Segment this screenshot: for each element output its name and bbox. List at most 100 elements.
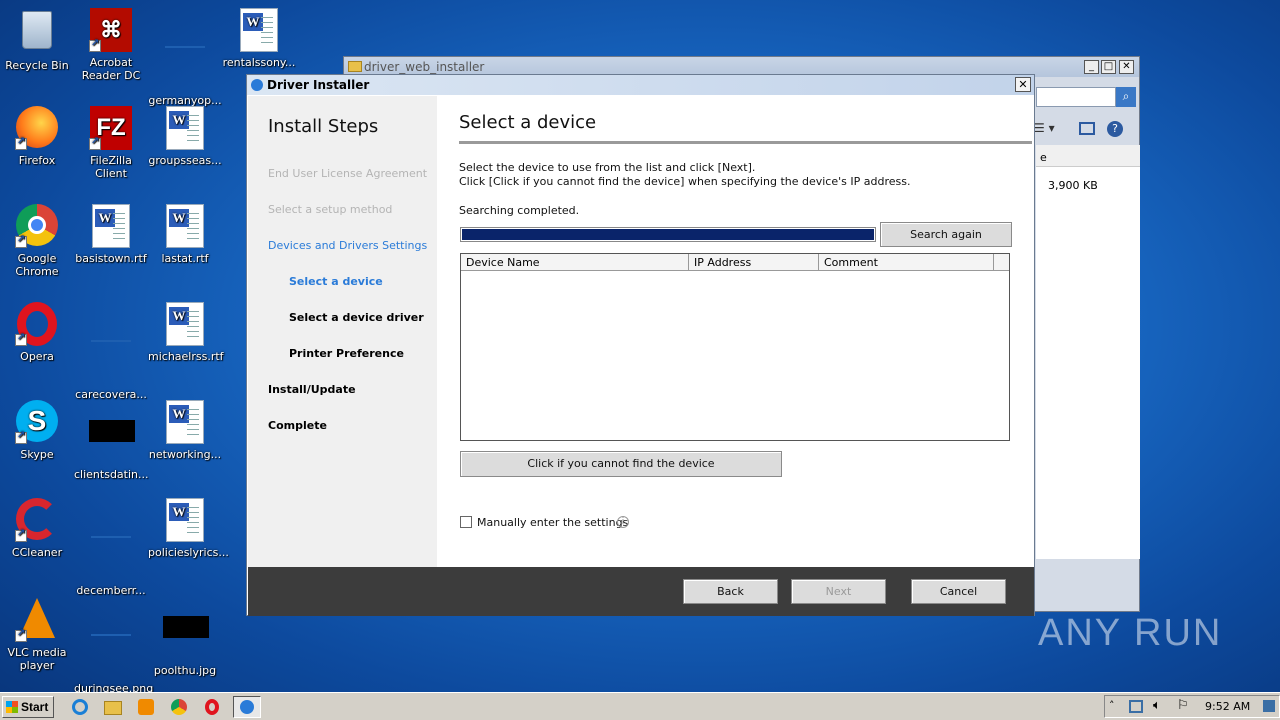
manual-settings-checkbox[interactable] xyxy=(460,516,472,528)
step-select-driver: Select a device driver xyxy=(289,311,424,324)
clock[interactable]: 9:52 AM xyxy=(1205,700,1250,713)
desktop-icon-label: poolthu.jpg xyxy=(153,664,217,677)
search-icon[interactable]: ⌕ xyxy=(1116,87,1136,107)
desktop-icon-vlc[interactable]: VLC media player xyxy=(0,596,74,672)
desktop-icon-label: CCleaner xyxy=(11,546,63,559)
info-icon[interactable]: i xyxy=(617,516,629,528)
desktop-icon-policieslyrics[interactable]: W policieslyrics... xyxy=(148,498,229,559)
desktop-icon-duringsee[interactable]: duringsee.png xyxy=(74,596,153,695)
opera-taskbar-icon[interactable] xyxy=(198,696,226,718)
column-header-device-name[interactable]: Device Name xyxy=(461,254,689,270)
network-icon[interactable] xyxy=(1129,700,1143,713)
device-table[interactable]: Device Name IP Address Comment xyxy=(460,253,1010,441)
column-header-ip-address[interactable]: IP Address xyxy=(689,254,819,270)
desktop-icon-decemberr[interactable]: decemberr... xyxy=(74,498,148,597)
shortcut-arrow-icon xyxy=(15,234,27,248)
search-progress-bar xyxy=(460,227,876,242)
close-icon[interactable]: ✕ xyxy=(1015,77,1031,92)
desktop-icon-label: basistown.rtf xyxy=(75,252,147,265)
dialog-footer: Back Next Cancel xyxy=(248,567,1034,616)
desktop-icon-carecovera[interactable]: carecovera... xyxy=(74,302,148,401)
next-button[interactable]: Next xyxy=(791,579,886,604)
show-hidden-icons-icon[interactable]: ˄ xyxy=(1109,699,1115,712)
instruction-line-1: Select the device to use from the list a… xyxy=(459,161,756,174)
word-document-icon: W xyxy=(163,204,207,248)
desktop-icon-networking[interactable]: W networking... xyxy=(148,400,222,461)
desktop-icon-label: Skype xyxy=(20,448,54,461)
chrome-taskbar-icon[interactable] xyxy=(165,696,193,718)
driver-installer-taskbar-icon[interactable] xyxy=(233,696,261,718)
desktop-icon-recycle-bin[interactable]: Recycle Bin xyxy=(0,8,74,72)
desktop-icon-label: groupsseas... xyxy=(148,154,222,167)
column-header-comment[interactable]: Comment xyxy=(819,254,994,270)
driver-installer-dialog[interactable]: Driver Installer ✕ Install Steps End Use… xyxy=(246,74,1035,616)
help-icon[interactable]: ? xyxy=(1107,121,1123,137)
desktop-icon-clientsdatin[interactable]: clientsdatin... xyxy=(74,400,149,481)
minimize-icon[interactable]: _ xyxy=(1084,60,1099,74)
ie-taskbar-icon[interactable] xyxy=(66,696,94,718)
desktop-icon-label: clientsdatin... xyxy=(74,468,149,481)
media-player-taskbar-icon[interactable] xyxy=(132,696,160,718)
shortcut-arrow-icon xyxy=(15,136,27,150)
desktop-icon-label: Google Chrome xyxy=(15,252,59,278)
desktop-icon-ccleaner[interactable]: CCleaner xyxy=(0,498,74,559)
desktop-icon-skype[interactable]: S Skype xyxy=(0,400,74,461)
desktop-icon-opera[interactable]: Opera xyxy=(0,302,74,363)
views-icon[interactable]: ☰ ▾ xyxy=(1034,121,1055,135)
explorer-taskbar-icon[interactable] xyxy=(99,696,127,718)
desktop-icon-germanyop[interactable]: germanyop... xyxy=(148,8,222,107)
page-title: Select a device xyxy=(459,112,597,133)
desktop-icon-poolthu[interactable]: poolthu.jpg xyxy=(148,596,222,677)
desktop-icon-acrobat[interactable]: ⌘ Acrobat Reader DC xyxy=(74,8,148,82)
manual-settings-label[interactable]: Manually enter the settings xyxy=(477,516,628,529)
instruction-line-2: Click [Click if you cannot find the devi… xyxy=(459,175,911,188)
explorer-search-box[interactable] xyxy=(1036,87,1116,107)
maximize-icon[interactable]: □ xyxy=(1101,60,1116,74)
start-button[interactable]: Start xyxy=(2,696,54,718)
cancel-button[interactable]: Cancel xyxy=(911,579,1006,604)
desktop-icon-groupsseas[interactable]: W groupsseas... xyxy=(148,106,222,167)
search-again-button[interactable]: Search again xyxy=(880,222,1012,247)
desktop-icon-label: rentalssony... xyxy=(222,56,296,69)
desktop-icon-rentalssony[interactable]: W rentalssony... xyxy=(222,8,296,69)
title-divider xyxy=(459,141,1032,144)
blank-file-icon xyxy=(89,536,133,580)
preview-pane-icon[interactable] xyxy=(1079,122,1095,135)
desktop-icon-google-chrome[interactable]: Google Chrome xyxy=(0,204,74,278)
search-status: Searching completed. xyxy=(459,204,580,217)
progress-fill xyxy=(462,229,874,240)
desktop-icon-label: policieslyrics... xyxy=(148,546,229,559)
shortcut-arrow-icon xyxy=(15,528,27,542)
cannot-find-device-button[interactable]: Click if you cannot find the device xyxy=(460,451,782,477)
step-complete: Complete xyxy=(268,419,327,432)
step-setup-method: Select a setup method xyxy=(268,203,393,216)
desktop-icon-basistown[interactable]: W basistown.rtf xyxy=(74,204,148,265)
word-document-icon: W xyxy=(163,106,207,150)
main-content: Select a device Select the device to use… xyxy=(437,96,1034,567)
desktop-icon-label: VLC media player xyxy=(7,646,67,672)
explorer-list: e 3,900 KB xyxy=(1036,145,1140,559)
word-document-icon: W xyxy=(237,8,281,52)
desktop-icon-label: networking... xyxy=(148,448,222,461)
desktop-icon-label: Opera xyxy=(20,350,54,363)
shortcut-arrow-icon xyxy=(89,136,101,150)
column-header[interactable]: e xyxy=(1036,145,1140,167)
desktop-icon-michaelrss[interactable]: W michaelrss.rtf xyxy=(148,302,224,363)
dialog-title: Driver Installer xyxy=(267,78,370,92)
blank-file-icon xyxy=(89,634,133,678)
volume-icon[interactable]: 🔈︎ xyxy=(1153,698,1161,713)
word-document-icon: W xyxy=(163,400,207,444)
desktop-icon-firefox[interactable]: Firefox xyxy=(0,106,74,167)
install-steps-panel: Install Steps End User License Agreement… xyxy=(248,96,437,567)
show-desktop-icon[interactable] xyxy=(1263,700,1275,712)
step-install-update: Install/Update xyxy=(268,383,356,396)
recycle-bin-icon xyxy=(15,11,59,55)
shortcut-arrow-icon xyxy=(89,38,101,52)
back-button[interactable]: Back xyxy=(683,579,778,604)
close-icon[interactable]: ✕ xyxy=(1119,60,1134,74)
folder-icon xyxy=(348,61,362,72)
action-center-flag-icon[interactable]: ⚐ xyxy=(1177,698,1189,713)
windows-logo-icon xyxy=(6,701,18,713)
desktop-icon-filezilla[interactable]: FZ FileZilla Client xyxy=(74,106,148,180)
desktop-icon-lastat[interactable]: W lastat.rtf xyxy=(148,204,222,265)
